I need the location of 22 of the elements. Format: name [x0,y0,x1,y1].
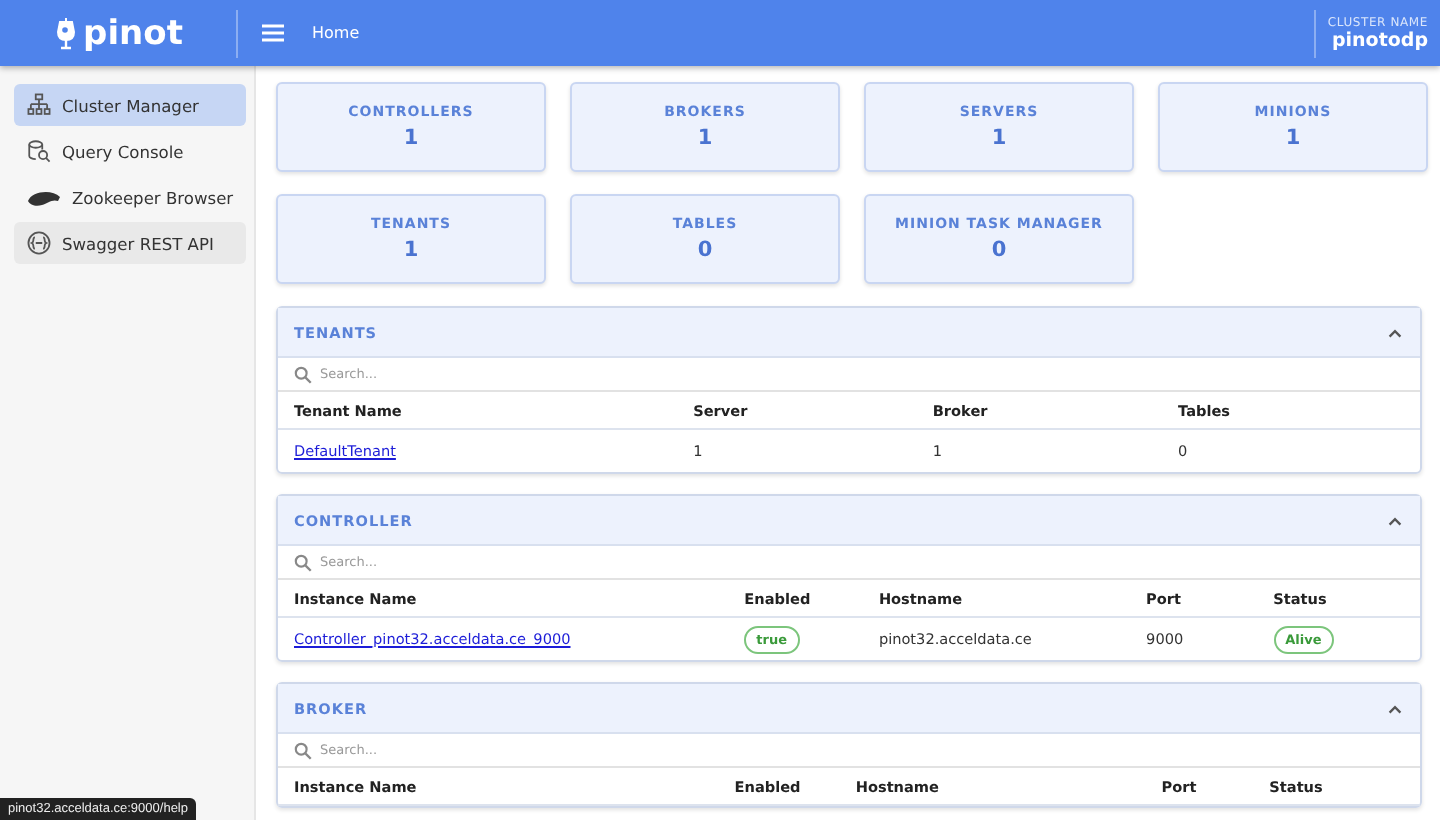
menu-icon[interactable] [262,24,284,42]
search-icon [294,741,312,759]
stat-value: 1 [697,126,713,150]
hierarchy-icon [26,92,52,118]
stat-value: 1 [403,126,419,150]
sidebar-item[interactable]: Swagger REST API [14,222,246,264]
database-search-icon [26,138,52,164]
stat-value: 0 [697,238,713,262]
swagger-icon [26,230,52,256]
cluster-name: pinotodp [1331,29,1428,51]
search-icon [294,365,312,383]
sidebar-item[interactable]: Zookeeper Browser [14,176,246,218]
search-icon [294,553,312,571]
logo-icon [53,17,78,49]
stat-value: 0 [991,238,1007,262]
stat-value: 1 [991,126,1007,150]
logo-text: pinot [83,13,183,53]
stat-value: 1 [1285,126,1301,150]
sidebar-item[interactable]: Query Console [14,130,246,172]
stat-value: 1 [403,238,419,262]
sidebar-item[interactable]: Cluster Manager [14,84,246,126]
breadcrumb[interactable]: Home [312,24,360,42]
